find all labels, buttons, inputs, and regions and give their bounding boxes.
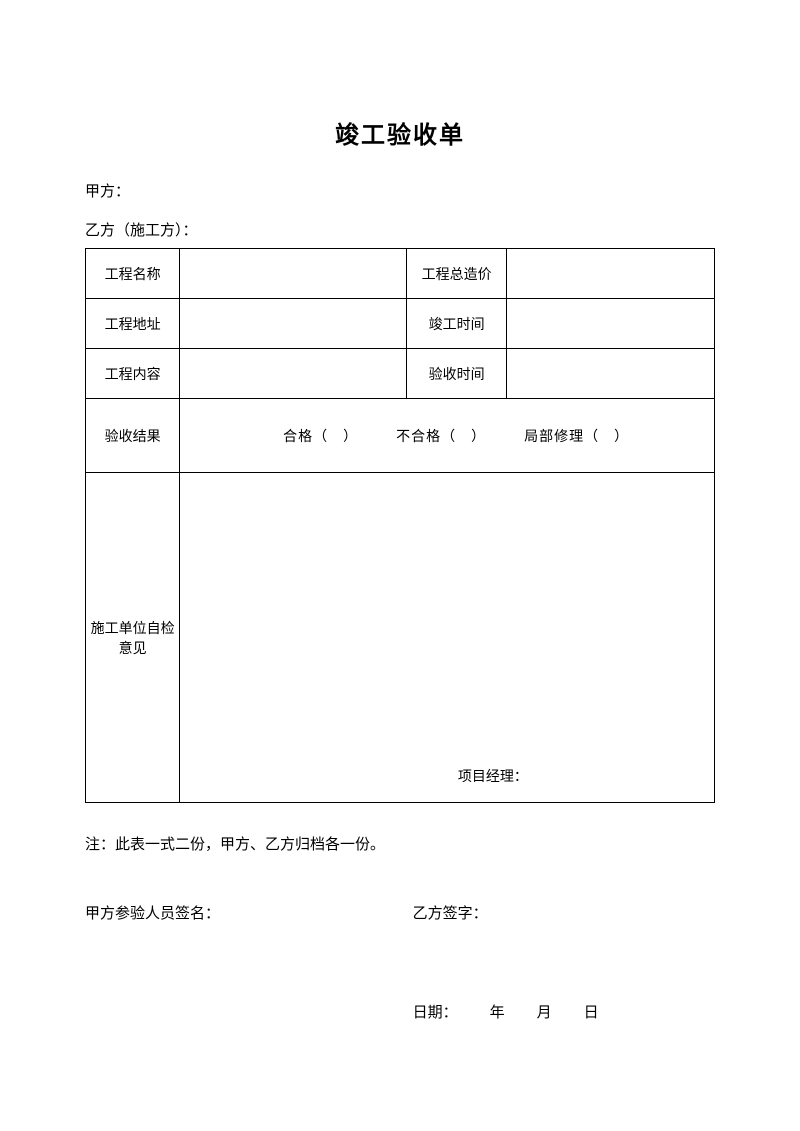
acceptance-table: 工程名称 工程总造价 工程地址 竣工时间 工程内容 验收时间 验收结果 合格（ … <box>85 248 715 803</box>
project-address-value <box>180 299 406 349</box>
completion-time-value <box>507 299 715 349</box>
project-name-value <box>180 249 406 299</box>
self-check-content: 项目经理： <box>180 473 715 803</box>
project-name-label: 工程名称 <box>86 249 180 299</box>
total-cost-label: 工程总造价 <box>406 249 507 299</box>
table-row: 工程内容 验收时间 <box>86 349 715 399</box>
party-b-line: 乙方（施工方）： <box>85 219 715 240</box>
project-content-label: 工程内容 <box>86 349 180 399</box>
month-label: 月 <box>537 1005 552 1021</box>
project-manager-label: 项目经理： <box>458 766 528 786</box>
date-line: 日期： 年 月 日 <box>85 1001 715 1022</box>
self-check-label: 施工单位自检意见 <box>86 473 180 803</box>
day-label: 日 <box>584 1005 599 1021</box>
acceptance-time-value <box>507 349 715 399</box>
total-cost-value <box>507 249 715 299</box>
acceptance-time-label: 验收时间 <box>406 349 507 399</box>
date-label: 日期： <box>413 1005 458 1021</box>
inspection-result-options: 合格（ ） 不合格（ ） 局部修理（ ） <box>180 399 715 473</box>
party-b-signature-label: 乙方签字： <box>413 902 715 923</box>
document-title: 竣工验收单 <box>85 115 715 150</box>
year-label: 年 <box>490 1005 505 1021</box>
party-a-signature-label: 甲方参验人员签名： <box>85 902 413 923</box>
table-row: 施工单位自检意见 项目经理： <box>86 473 715 803</box>
inspection-result-label: 验收结果 <box>86 399 180 473</box>
table-row: 工程地址 竣工时间 <box>86 299 715 349</box>
note-text: 注：此表一式二份，甲方、乙方归档各一份。 <box>85 833 715 854</box>
signature-row: 甲方参验人员签名： 乙方签字： <box>85 902 715 923</box>
table-row: 工程名称 工程总造价 <box>86 249 715 299</box>
table-row: 验收结果 合格（ ） 不合格（ ） 局部修理（ ） <box>86 399 715 473</box>
project-address-label: 工程地址 <box>86 299 180 349</box>
project-content-value <box>180 349 406 399</box>
completion-time-label: 竣工时间 <box>406 299 507 349</box>
party-a-line: 甲方： <box>85 180 715 201</box>
